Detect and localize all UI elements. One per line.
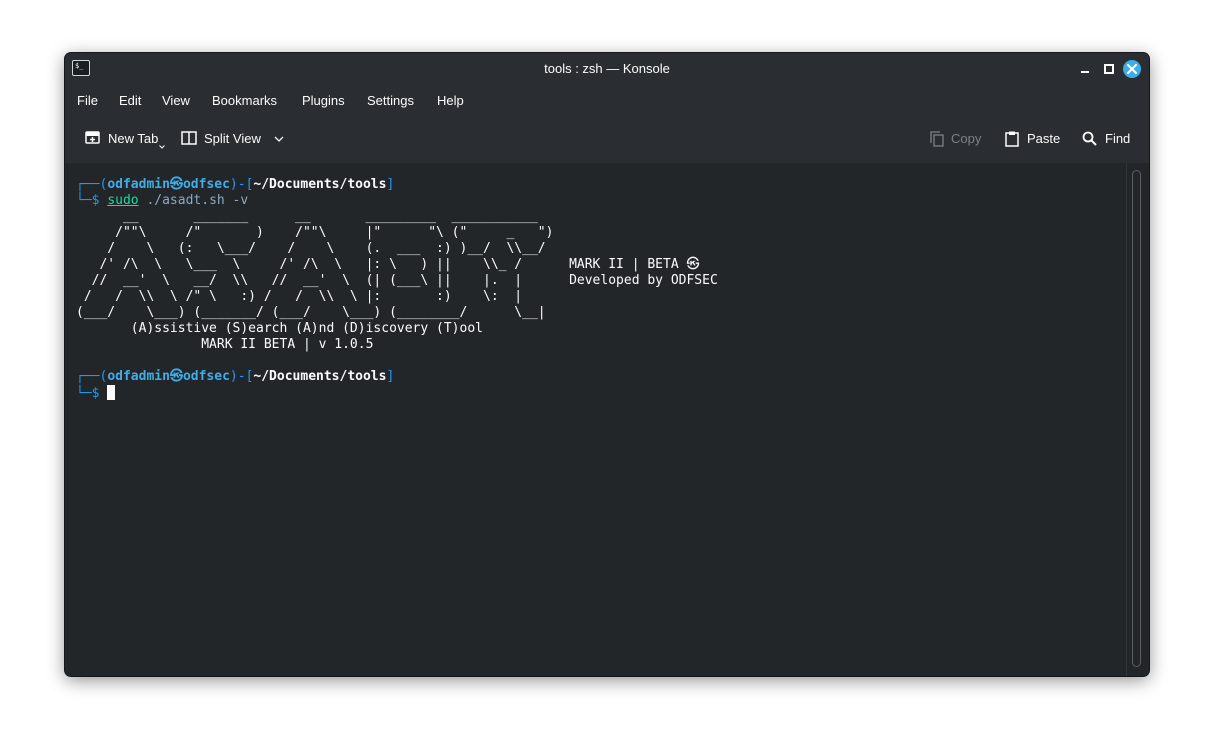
menu-edit[interactable]: Edit bbox=[119, 85, 141, 117]
chevron-down-icon bbox=[159, 145, 165, 149]
command-args: ./asadt.sh -v bbox=[138, 193, 249, 208]
terminal-scrollbar[interactable] bbox=[1132, 170, 1141, 667]
copy-icon bbox=[930, 131, 944, 147]
copy-label: Copy bbox=[951, 131, 982, 146]
terminal-divider bbox=[1126, 163, 1127, 676]
find-button[interactable]: Find bbox=[1075, 121, 1137, 157]
terminal-output[interactable]: ┌──(odfadmin㉿odfsec)-[~/Documents/tools]… bbox=[76, 177, 718, 402]
input-line[interactable]: └─$ bbox=[76, 385, 116, 401]
prompt-line: ┌──(odfadmin㉿odfsec)-[~/Documents/tools] bbox=[76, 369, 395, 384]
toolbar: New Tab Split View Copy Paste Find bbox=[65, 121, 1149, 157]
menu-file[interactable]: File bbox=[77, 85, 98, 117]
split-view-label: Split View bbox=[204, 131, 261, 146]
banner-line: / / \\ \ /" \ :) / / \\ \ |: :) \: | bbox=[76, 289, 523, 304]
banner-line: / \ (: \___/ / \ (. ___ :) )__/ \\__/ bbox=[76, 241, 546, 256]
menu-view[interactable]: View bbox=[162, 85, 190, 117]
new-tab-label: New Tab bbox=[108, 131, 159, 146]
maximize-icon bbox=[1104, 64, 1114, 74]
new-tab-icon bbox=[85, 131, 100, 144]
split-view-button[interactable]: Split View bbox=[173, 121, 293, 157]
paste-label: Paste bbox=[1027, 131, 1061, 146]
banner-line: __ _______ __ _________ ___________ bbox=[76, 209, 538, 224]
copy-button[interactable]: Copy bbox=[923, 121, 989, 157]
search-icon bbox=[1082, 131, 1097, 146]
banner-line: (___/ \___) (_______/ (___/ \___) (_____… bbox=[76, 305, 546, 320]
menu-plugins[interactable]: Plugins bbox=[302, 85, 345, 117]
paste-icon bbox=[1005, 131, 1019, 147]
menu-bookmarks[interactable]: Bookmarks bbox=[212, 85, 277, 117]
new-tab-button[interactable]: New Tab bbox=[77, 121, 167, 157]
find-label: Find bbox=[1105, 131, 1131, 146]
command-name: sudo bbox=[107, 193, 139, 208]
menu-bar: File Edit View Bookmarks Plugins Setting… bbox=[65, 85, 1149, 117]
menu-help[interactable]: Help bbox=[437, 85, 464, 117]
banner-line: // __' \ __/ \\ // __' \ (| (___\ || |. … bbox=[76, 273, 718, 288]
text-cursor bbox=[107, 385, 116, 400]
banner-line: /' /\ \ \___ \ /' /\ \ |: \ ) || \\_ / M… bbox=[76, 257, 700, 272]
chevron-down-icon bbox=[274, 136, 284, 142]
maximize-button[interactable] bbox=[1100, 60, 1118, 78]
title-bar[interactable]: $_ tools : zsh — Konsole bbox=[65, 53, 1149, 85]
banner-version: MARK II BETA | v 1.0.5 bbox=[76, 337, 374, 352]
banner-line: /""\ /" ) /""\ |" "\ (" _ ") bbox=[76, 225, 554, 240]
close-icon bbox=[1127, 64, 1137, 74]
command-line: └─$ sudo ./asadt.sh -v bbox=[76, 193, 249, 208]
close-button[interactable] bbox=[1123, 60, 1141, 78]
minimize-button[interactable] bbox=[1076, 60, 1094, 78]
menu-settings[interactable]: Settings bbox=[367, 85, 414, 117]
paste-button[interactable]: Paste bbox=[997, 121, 1067, 157]
minimize-icon bbox=[1081, 71, 1089, 73]
window-title: tools : zsh — Konsole bbox=[544, 61, 670, 76]
split-view-icon bbox=[181, 131, 197, 145]
konsole-window: $_ tools : zsh — Konsole File Edit View … bbox=[65, 53, 1149, 676]
prompt-line: ┌──(odfadmin㉿odfsec)-[~/Documents/tools] bbox=[76, 177, 395, 192]
banner-tagline: (A)ssistive (S)earch (A)nd (D)iscovery (… bbox=[76, 321, 483, 336]
